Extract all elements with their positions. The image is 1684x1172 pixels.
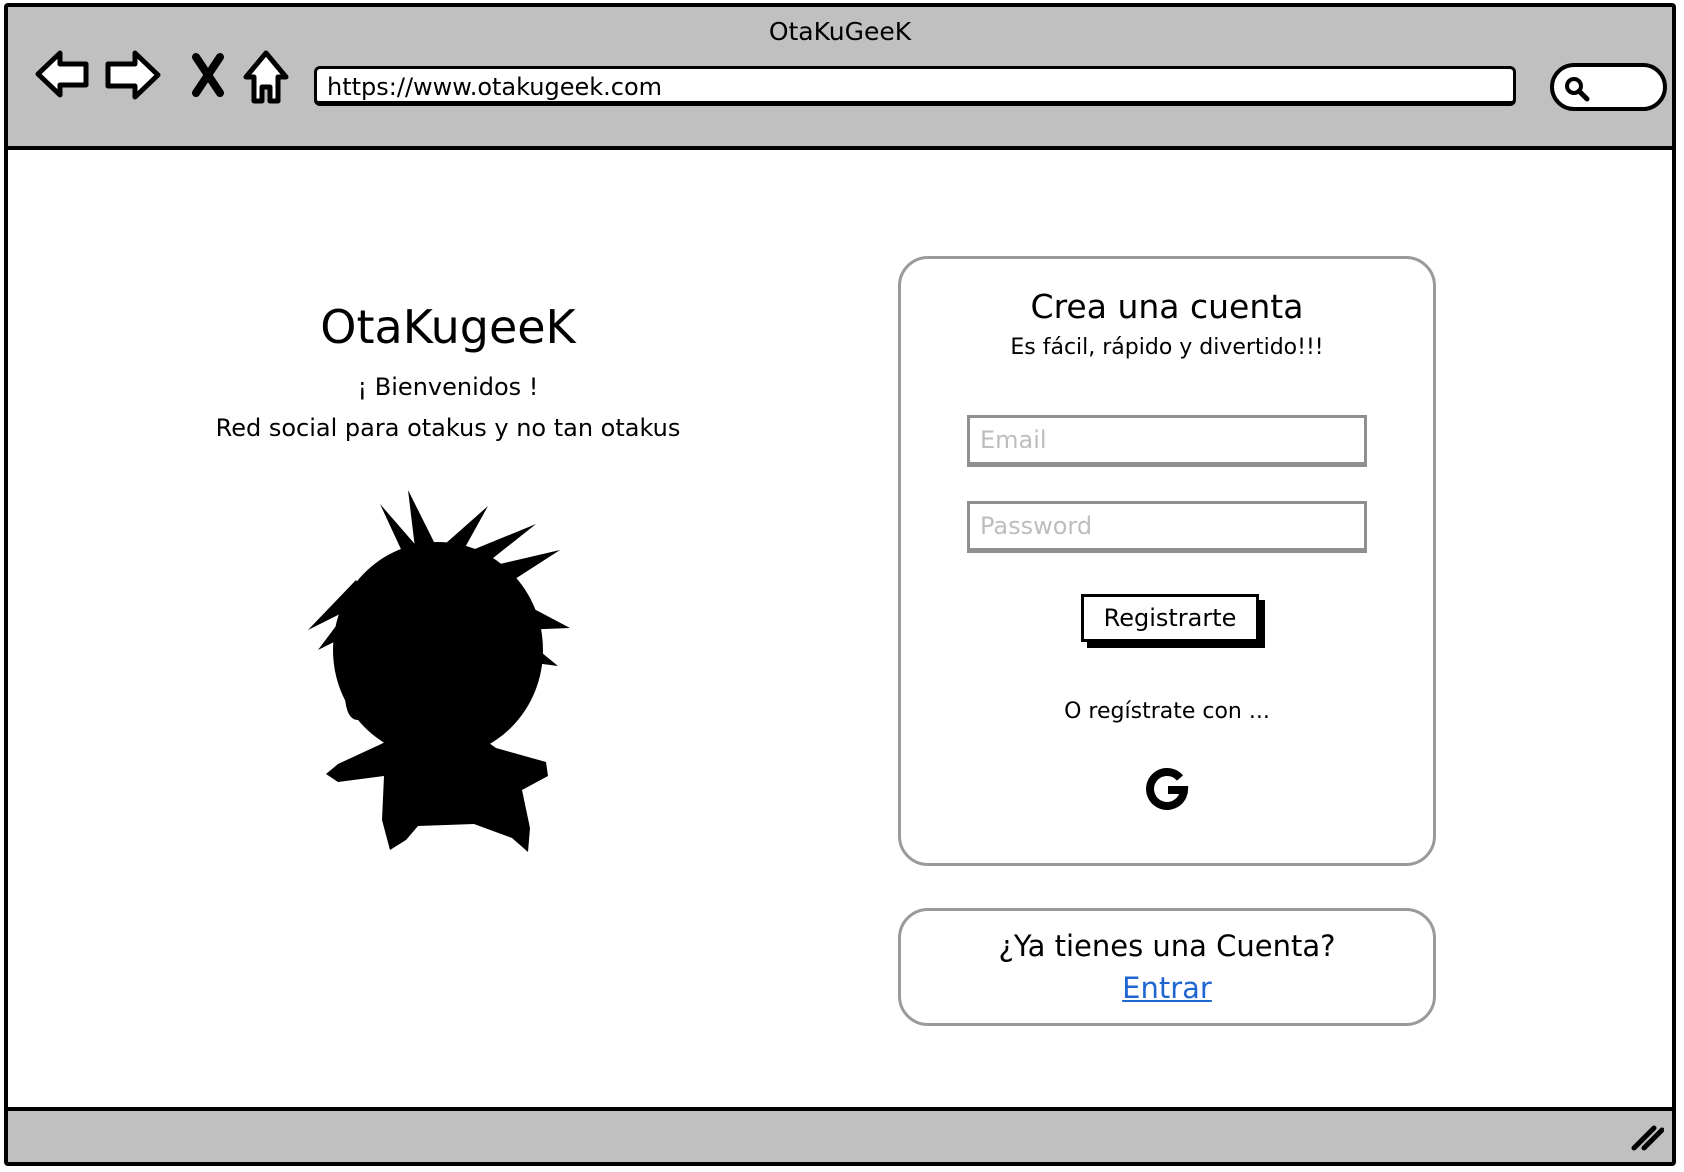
home-icon[interactable] [242, 49, 290, 105]
register-button[interactable]: Registrarte [1081, 594, 1259, 642]
google-icon[interactable] [1144, 767, 1190, 817]
url-text: https://www.otakugeek.com [327, 73, 663, 101]
login-question: ¿Ya tienes una Cuenta? [998, 929, 1336, 963]
email-field[interactable] [967, 415, 1367, 467]
browser-titlebar: OtaKuGeeK https://www.otakugeek.com [8, 7, 1672, 150]
back-arrow-icon[interactable] [34, 49, 90, 99]
signup-subtitle: Es fácil, rápido y divertido!!! [1010, 335, 1324, 360]
forward-arrow-icon[interactable] [104, 49, 162, 101]
password-field[interactable] [967, 501, 1367, 553]
browser-window: OtaKuGeeK https://www.otakugeek.com OtaK… [4, 3, 1676, 1166]
resize-grip-icon[interactable] [1630, 1122, 1665, 1156]
anime-character-silhouette [298, 480, 578, 864]
url-bar[interactable]: https://www.otakugeek.com [314, 66, 1516, 106]
window-title: OtaKuGeeK [768, 17, 912, 46]
close-x-icon[interactable] [190, 53, 226, 97]
brand-title: OtaKugeeK [320, 300, 576, 354]
tagline-text: Red social para otakus y no tan otakus [215, 414, 681, 442]
browser-statusbar [8, 1107, 1672, 1162]
page-content: OtaKugeeK ¡ Bienvenidos ! Red social par… [8, 150, 1672, 1107]
browser-search-box[interactable] [1550, 63, 1667, 111]
signup-title: Crea una cuenta [1030, 287, 1304, 326]
signup-card: Crea una cuenta Es fácil, rápido y diver… [898, 256, 1436, 866]
login-link[interactable]: Entrar [901, 971, 1433, 1005]
login-card: ¿Ya tienes una Cuenta? Entrar [898, 908, 1436, 1026]
welcome-text: ¡ Bienvenidos ! [357, 373, 539, 401]
alt-signup-text: O regístrate con ... [1064, 699, 1270, 724]
search-icon [1565, 77, 1590, 102]
